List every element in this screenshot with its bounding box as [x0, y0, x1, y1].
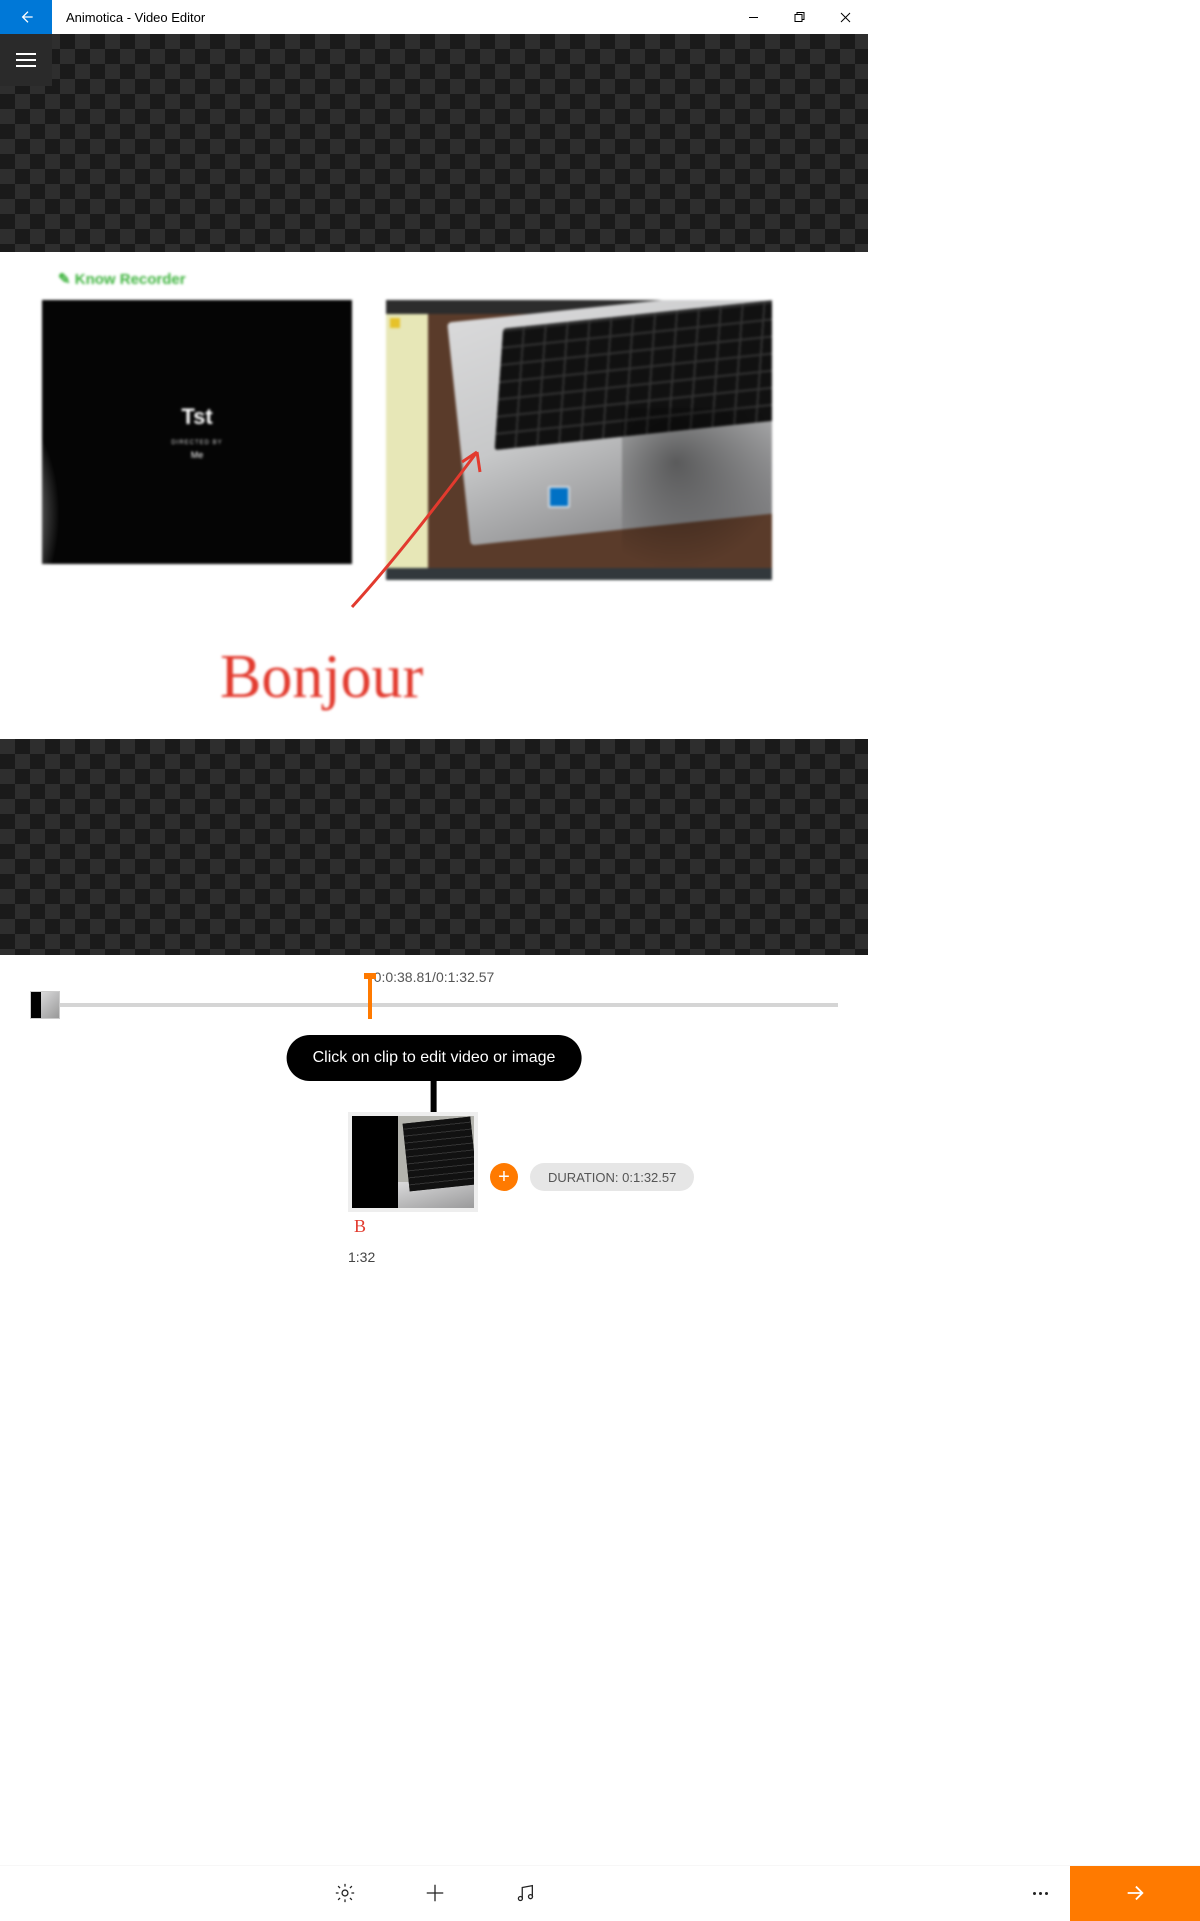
- ellipsis-icon: [1033, 1892, 1036, 1895]
- slate-subtitle: DIRECTED BY: [171, 440, 222, 446]
- slate-author: Me: [191, 450, 204, 460]
- duration-pill: DURATION: 0:1:32.57: [530, 1163, 694, 1191]
- plus-icon: [424, 1882, 446, 1904]
- more-button[interactable]: [1010, 1892, 1070, 1895]
- maximize-button[interactable]: [776, 0, 822, 34]
- recorder-logo: Know Recorder: [58, 270, 186, 288]
- menu-button[interactable]: [0, 34, 52, 86]
- close-icon: [840, 12, 851, 23]
- seek-playhead[interactable]: [368, 973, 372, 1019]
- red-arrow-annotation: [342, 432, 512, 612]
- window-controls: [730, 0, 868, 34]
- video-frame: Know Recorder Tst DIRECTED BY Me B: [0, 252, 868, 739]
- title-bar: Animotica - Video Editor: [0, 0, 868, 34]
- seek-start-thumbnail[interactable]: [30, 991, 60, 1019]
- title-spacer: [205, 0, 730, 34]
- handwriting-text: Bonjour: [220, 642, 423, 713]
- minimize-icon: [748, 12, 759, 23]
- hamburger-icon: [16, 59, 36, 61]
- seek-slider[interactable]: [0, 985, 868, 1035]
- minimize-button[interactable]: [730, 0, 776, 34]
- video-preview[interactable]: Know Recorder Tst DIRECTED BY Me B: [0, 34, 868, 955]
- hint-tooltip: Click on clip to edit video or image: [287, 1035, 582, 1081]
- back-button[interactable]: [0, 0, 52, 34]
- close-button[interactable]: [822, 0, 868, 34]
- arrow-right-icon: [1124, 1882, 1146, 1904]
- clip-area: Click on clip to edit video or image B 1…: [0, 1035, 868, 1355]
- plus-icon: +: [498, 1167, 510, 1187]
- window-title: Animotica - Video Editor: [52, 0, 205, 34]
- gear-icon: [334, 1882, 356, 1904]
- clip-thumbnail[interactable]: B: [348, 1112, 478, 1242]
- seek-track: [30, 1003, 838, 1007]
- next-button[interactable]: [1070, 1866, 1200, 1921]
- slate-title: Tst: [181, 404, 212, 430]
- audio-button[interactable]: [480, 1882, 570, 1904]
- total-time: 0:1:32.57: [436, 969, 494, 985]
- current-time: 0:0:38.81: [374, 969, 432, 985]
- arrow-left-icon: [18, 9, 34, 25]
- bottom-toolbar: [0, 1865, 1200, 1920]
- music-icon: [514, 1882, 536, 1904]
- add-clip-button[interactable]: +: [490, 1163, 518, 1191]
- clip-scribble: B: [348, 1212, 478, 1242]
- add-button[interactable]: [390, 1882, 480, 1904]
- title-slate: Tst DIRECTED BY Me: [42, 300, 352, 564]
- settings-button[interactable]: [300, 1882, 390, 1904]
- clip-duration-label: 1:32: [348, 1249, 375, 1265]
- maximize-icon: [794, 12, 805, 23]
- time-readout: 0:0:38.81 / 0:1:32.57: [0, 955, 868, 985]
